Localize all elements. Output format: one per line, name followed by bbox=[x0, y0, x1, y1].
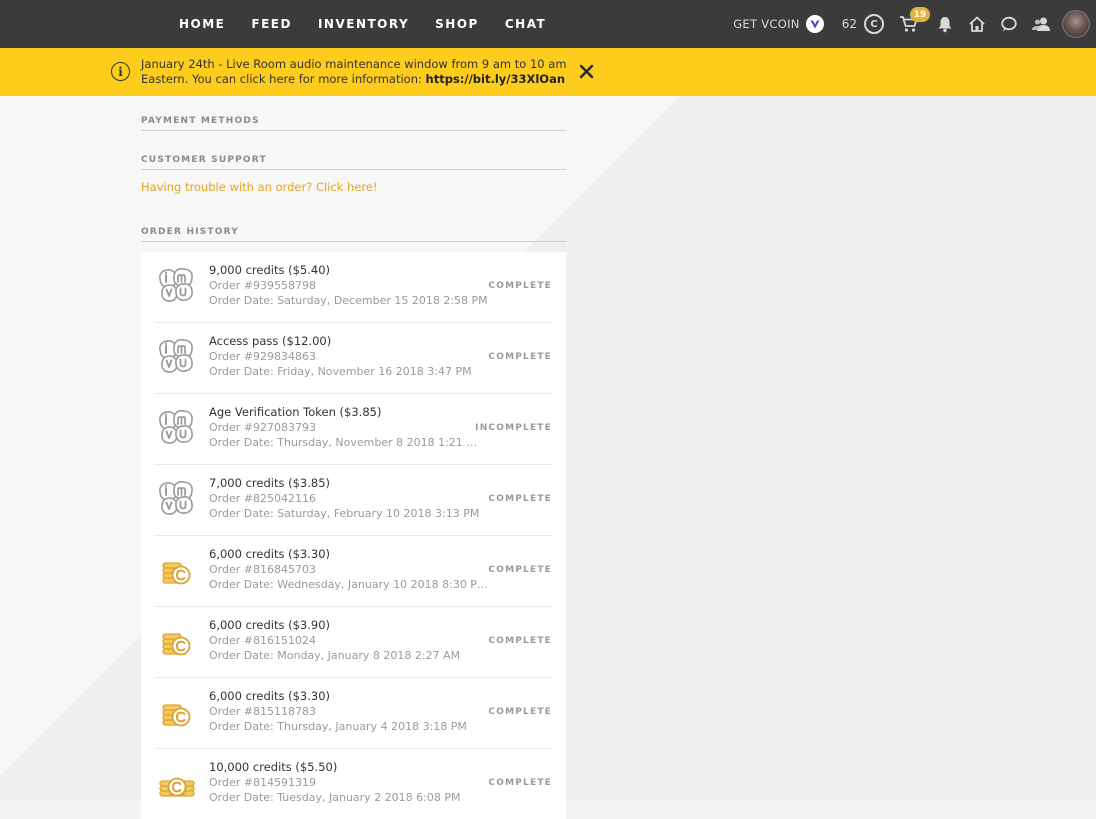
order-row[interactable]: 6,000 credits ($3.30) Order #815118783 O… bbox=[155, 678, 552, 749]
nav-shop[interactable]: SHOP bbox=[435, 17, 479, 31]
order-date: Order Date: Tuesday, January 2 2018 6:08… bbox=[209, 791, 461, 804]
order-date: Order Date: Friday, November 16 2018 3:4… bbox=[209, 365, 472, 378]
friends-button[interactable] bbox=[1030, 13, 1052, 35]
order-date: Order Date: Monday, January 8 2018 2:27 … bbox=[209, 649, 461, 662]
cart-button[interactable]: 19 bbox=[898, 7, 930, 35]
credit-icon[interactable]: C bbox=[864, 14, 884, 34]
customer-support-header: CUSTOMER SUPPORT bbox=[141, 155, 566, 170]
home-room-button[interactable] bbox=[966, 13, 988, 35]
order-title: Access pass ($12.00) bbox=[209, 334, 332, 348]
order-row[interactable]: Access pass ($12.00) Order #929834863 Or… bbox=[155, 323, 552, 394]
notifications-button[interactable] bbox=[934, 13, 956, 35]
nav-right: GET VCOIN 62 C 19 bbox=[733, 0, 1096, 48]
house-icon bbox=[969, 16, 985, 32]
order-title: 6,000 credits ($3.90) bbox=[209, 618, 330, 632]
order-history-header: ORDER HISTORY bbox=[141, 227, 566, 242]
get-vcoin-button[interactable]: GET VCOIN bbox=[733, 15, 824, 33]
order-title: Age Verification Token ($3.85) bbox=[209, 405, 382, 419]
order-row[interactable]: 9,000 credits ($5.40) Order #939558798 O… bbox=[155, 252, 552, 323]
order-status: COMPLETE bbox=[488, 707, 552, 717]
coin-stack-icon bbox=[162, 562, 191, 585]
order-row[interactable]: 10,000 credits ($5.50) Order #814591319 … bbox=[155, 749, 552, 819]
cart-badge: 19 bbox=[910, 7, 930, 22]
coin-stack-icon bbox=[162, 704, 191, 727]
order-date: Order Date: Saturday, December 15 2018 2… bbox=[209, 294, 488, 307]
customer-support-link[interactable]: Having trouble with an order? Click here… bbox=[141, 180, 378, 194]
imvu-logo-icon bbox=[159, 268, 195, 303]
credits-count: 62 bbox=[841, 17, 857, 31]
messages-button[interactable] bbox=[998, 13, 1020, 35]
order-row[interactable]: 6,000 credits ($3.30) Order #816845703 O… bbox=[155, 536, 552, 607]
nav-home[interactable]: HOME bbox=[179, 17, 225, 31]
order-status: COMPLETE bbox=[488, 565, 552, 575]
order-row[interactable]: Age Verification Token ($3.85) Order #92… bbox=[155, 394, 552, 465]
nav-inventory[interactable]: INVENTORY bbox=[318, 17, 409, 31]
order-status: COMPLETE bbox=[488, 778, 552, 788]
order-status: COMPLETE bbox=[488, 636, 552, 646]
order-title: 10,000 credits ($5.50) bbox=[209, 760, 338, 774]
imvu-logo-icon bbox=[159, 339, 195, 374]
vcoin-icon bbox=[805, 15, 824, 33]
order-title: 7,000 credits ($3.85) bbox=[209, 476, 330, 490]
payment-methods-header: PAYMENT METHODS bbox=[141, 116, 566, 131]
order-date: Order Date: Thursday, November 8 2018 1:… bbox=[209, 436, 478, 449]
order-row[interactable]: 6,000 credits ($3.90) Order #816151024 O… bbox=[155, 607, 552, 678]
order-status: INCOMPLETE bbox=[475, 423, 552, 433]
order-status: COMPLETE bbox=[488, 352, 552, 362]
imvu-logo-icon bbox=[159, 481, 195, 516]
coin-stack-large-icon bbox=[159, 777, 195, 797]
bell-icon bbox=[938, 17, 952, 33]
order-number: Order #814591319 bbox=[209, 776, 316, 789]
nav-chat[interactable]: CHAT bbox=[505, 17, 546, 31]
banner-link[interactable]: https://bit.ly/33XlOan bbox=[426, 72, 565, 86]
order-number: Order #825042116 bbox=[209, 492, 316, 505]
get-vcoin-label: GET VCOIN bbox=[733, 17, 800, 31]
order-date: Order Date: Thursday, January 4 2018 3:1… bbox=[209, 720, 467, 733]
order-number: Order #816151024 bbox=[209, 634, 316, 647]
order-number: Order #927083793 bbox=[209, 421, 316, 434]
order-title: 6,000 credits ($3.30) bbox=[209, 689, 330, 703]
order-date: Order Date: Wednesday, January 10 2018 8… bbox=[209, 578, 488, 591]
order-number: Order #939558798 bbox=[209, 279, 316, 292]
coin-stack-icon bbox=[162, 633, 191, 656]
close-icon[interactable] bbox=[578, 63, 595, 80]
order-status: COMPLETE bbox=[488, 281, 552, 291]
order-number: Order #816845703 bbox=[209, 563, 316, 576]
announcement-banner[interactable]: i January 24th - Live Room audio mainten… bbox=[0, 48, 1096, 96]
imvu-logo-icon bbox=[159, 410, 195, 445]
chat-bubble-icon bbox=[1001, 16, 1017, 31]
order-status: COMPLETE bbox=[488, 494, 552, 504]
order-date: Order Date: Saturday, February 10 2018 3… bbox=[209, 507, 480, 520]
order-title: 9,000 credits ($5.40) bbox=[209, 263, 330, 277]
order-number: Order #929834863 bbox=[209, 350, 316, 363]
order-row[interactable]: 7,000 credits ($3.85) Order #825042116 O… bbox=[155, 465, 552, 536]
user-avatar[interactable] bbox=[1062, 10, 1090, 38]
order-number: Order #815118783 bbox=[209, 705, 316, 718]
order-title: 6,000 credits ($3.30) bbox=[209, 547, 330, 561]
order-history-list: 9,000 credits ($5.40) Order #939558798 O… bbox=[141, 252, 566, 819]
info-icon: i bbox=[111, 62, 130, 81]
nav-feed[interactable]: FEED bbox=[251, 17, 292, 31]
banner-message: January 24th - Live Room audio maintenan… bbox=[141, 57, 581, 87]
top-nav: HOME FEED INVENTORY SHOP CHAT GET VCOIN … bbox=[0, 0, 1096, 48]
nav-links: HOME FEED INVENTORY SHOP CHAT bbox=[166, 0, 559, 48]
friends-icon bbox=[1032, 17, 1050, 31]
